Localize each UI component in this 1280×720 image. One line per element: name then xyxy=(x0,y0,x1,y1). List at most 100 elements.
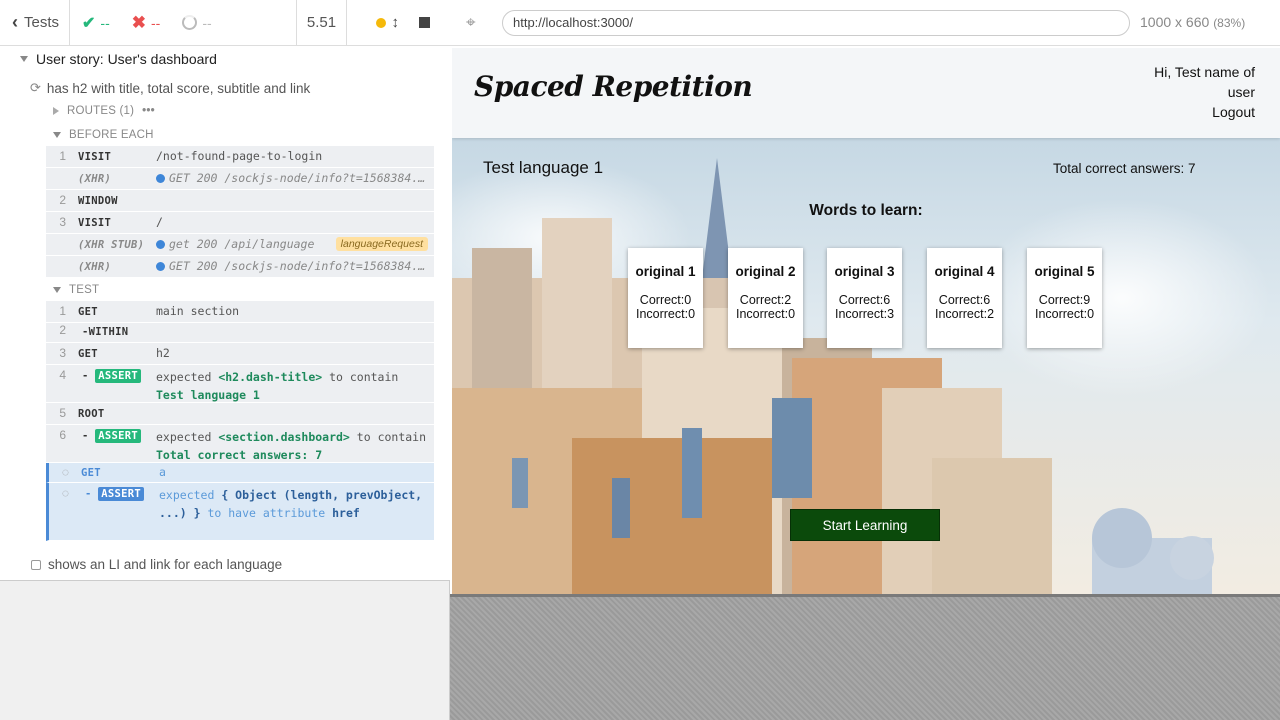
passed-count: -- xyxy=(100,14,110,31)
viewport-size: 1000 x 660 xyxy=(1140,14,1210,30)
test-title[interactable]: ⟳ has h2 with title, total score, subtit… xyxy=(30,80,310,96)
command-visit[interactable]: 1 VISIT /not-found-page-to-login xyxy=(46,146,434,168)
routes-label: ROUTES (1) xyxy=(67,105,135,117)
command-xhr[interactable]: (XHR) GET 200 /sockjs-node/info?t=156838… xyxy=(46,256,434,278)
run-duration: 5.51 xyxy=(297,0,347,45)
reporter-toolbar: ‹ Tests ✔ -- ✖ -- -- 5.51 ↕ xyxy=(0,0,450,46)
xhr-text: get 200 /api/language xyxy=(169,237,315,251)
assertion-value: Total correct answers: 7 xyxy=(156,448,323,462)
command-number: 6 xyxy=(59,428,66,442)
browser-url-bar: ⌖ http://localhost:3000/ 1000 x 660 (83%… xyxy=(450,0,1280,46)
dashboard-background: Test language 1 Total correct answers: 7… xyxy=(452,138,1280,594)
word-card[interactable]: original 2 Correct:2 Incorrect:0 xyxy=(728,248,803,348)
command-name: (XHR) xyxy=(78,261,112,273)
word-card[interactable]: original 1 Correct:0 Incorrect:0 xyxy=(628,248,703,348)
assertion-value: Test language 1 xyxy=(156,388,260,402)
assertion-mid: to contain xyxy=(322,370,399,384)
user-area: Hi, Test name of user Logout xyxy=(1125,62,1255,122)
xhr-dot-icon xyxy=(156,174,165,183)
command-name: (XHR) xyxy=(78,173,112,185)
command-name: -WITHIN xyxy=(82,326,129,338)
next-test-title[interactable]: shows an LI and link for each language xyxy=(31,557,282,572)
routes-toggle[interactable]: ROUTES (1) ••• xyxy=(53,105,155,117)
test-block-toggle[interactable]: TEST xyxy=(53,284,99,296)
tests-button[interactable]: ‹ Tests xyxy=(0,0,70,45)
test-title-text: has h2 with title, total score, subtitle… xyxy=(46,80,311,96)
assertion-message: expected <section.dashboard> to contain … xyxy=(156,428,430,464)
word-original: original 1 xyxy=(635,264,696,279)
suite-title-text: User story: User's dashboard xyxy=(36,51,217,67)
word-correct-count: Correct:6 xyxy=(938,293,991,307)
command-xhr-stub[interactable]: (XHR STUB) get 200 /api/language languag… xyxy=(46,234,434,256)
command-assert[interactable]: 4 - ASSERT expected <h2.dash-title> to c… xyxy=(46,365,434,403)
command-name: GET xyxy=(81,467,101,479)
word-correct-count: Correct:9 xyxy=(1038,293,1091,307)
check-icon: ✔ xyxy=(82,14,96,32)
command-number: 3 xyxy=(59,215,66,229)
command-message: /not-found-page-to-login xyxy=(156,149,323,163)
start-learning-button[interactable]: Start Learning xyxy=(790,509,940,541)
assertion-subject: <h2.dash-title> xyxy=(218,370,323,384)
word-original: original 3 xyxy=(834,264,895,279)
suite-title[interactable]: User story: User's dashboard xyxy=(20,51,217,67)
aut-empty-area xyxy=(450,594,1280,720)
command-number: 2 xyxy=(59,193,66,207)
url-input[interactable]: http://localhost:3000/ xyxy=(502,10,1130,36)
stop-icon[interactable] xyxy=(419,17,430,28)
command-number: 2 xyxy=(59,323,66,337)
command-visit[interactable]: 3 VISIT / xyxy=(46,212,434,234)
spinner-icon: ◌ xyxy=(61,465,69,479)
word-card[interactable]: original 5 Correct:9 Incorrect:0 xyxy=(1027,248,1102,348)
logout-link[interactable]: Logout xyxy=(1125,102,1255,122)
command-name: VISIT xyxy=(78,217,112,229)
auto-scroll-icon[interactable]: ↕ xyxy=(392,14,400,31)
command-xhr[interactable]: (XHR) GET 200 /sockjs-node/info?t=156838… xyxy=(46,168,434,190)
total-correct-answers: Total correct answers: 7 xyxy=(1053,161,1196,176)
test-reporter: ‹ Tests ✔ -- ✖ -- -- 5.51 ↕ User story: … xyxy=(0,0,450,720)
word-incorrect-count: Incorrect:2 xyxy=(934,307,995,321)
chevron-left-icon: ‹ xyxy=(12,12,18,32)
pending-stat: -- xyxy=(182,14,212,31)
before-each-label: BEFORE EACH xyxy=(69,129,154,141)
test-block-label: TEST xyxy=(69,284,100,296)
viewport-zoom: (83%) xyxy=(1213,16,1246,30)
crosshair-icon[interactable]: ⌖ xyxy=(466,13,476,33)
app-logo[interactable]: Spaced Repetition xyxy=(474,70,753,103)
xhr-dot-icon xyxy=(156,240,165,249)
caret-down-icon xyxy=(53,132,61,138)
command-root[interactable]: 5 ROOT xyxy=(46,403,434,425)
assertion-pre: expected xyxy=(159,488,222,502)
word-card[interactable]: original 4 Correct:6 Incorrect:2 xyxy=(927,248,1002,348)
command-number: 5 xyxy=(59,406,66,420)
word-stats: Correct:2 Incorrect:0 xyxy=(728,293,803,321)
word-card[interactable]: original 3 Correct:6 Incorrect:3 xyxy=(827,248,902,348)
word-original: original 5 xyxy=(1034,264,1095,279)
assertion-mid: to have attribute xyxy=(200,506,333,520)
app-under-test: Spaced Repetition Hi, Test name of user … xyxy=(452,48,1280,594)
command-message: a xyxy=(159,465,166,479)
app-header: Spaced Repetition Hi, Test name of user … xyxy=(452,48,1280,138)
failed-count: -- xyxy=(150,14,161,31)
command-number: 1 xyxy=(59,304,66,318)
word-incorrect-count: Incorrect:0 xyxy=(1034,307,1095,321)
command-assert[interactable]: 6 - ASSERT expected <section.dashboard> … xyxy=(46,425,434,463)
language-title: Test language 1 xyxy=(483,158,604,177)
command-get-pending[interactable]: ◌ GET a xyxy=(46,463,434,483)
command-name: GET xyxy=(78,348,98,360)
before-each-hook[interactable]: BEFORE EACH xyxy=(53,129,154,141)
assertion-pre: expected xyxy=(156,430,219,444)
command-within[interactable]: 2 -WITHIN xyxy=(46,323,434,343)
command-message: main section xyxy=(156,304,240,318)
passed-stat: ✔ -- xyxy=(82,13,110,33)
command-get[interactable]: 3 GET h2 xyxy=(46,343,434,365)
command-get[interactable]: 1 GET main section xyxy=(46,301,434,323)
alias-badge: languageRequest xyxy=(335,237,428,251)
pending-count: -- xyxy=(202,14,212,31)
command-assert-pending[interactable]: ◌ - ASSERT expected { Object (length, pr… xyxy=(46,483,434,541)
command-name: - ASSERT xyxy=(82,429,141,443)
assertion-message: expected <h2.dash-title> to contain Test … xyxy=(156,368,430,404)
command-window[interactable]: 2 WINDOW xyxy=(46,190,434,212)
caret-down-icon xyxy=(20,56,28,62)
word-original: original 2 xyxy=(735,264,796,279)
assertion-subject: <section.dashboard> xyxy=(218,430,350,444)
